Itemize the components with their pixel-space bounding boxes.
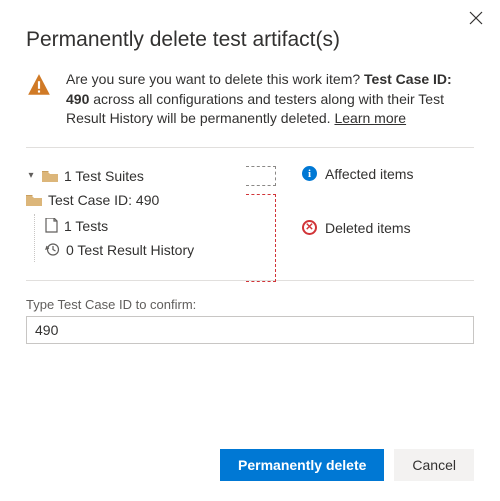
warning-icon: [26, 72, 52, 129]
learn-more-link[interactable]: Learn more: [334, 110, 406, 126]
confirm-label: Type Test Case ID to confirm:: [26, 297, 474, 312]
close-button[interactable]: [464, 6, 488, 30]
page-icon: [45, 218, 58, 233]
tree-suites-row[interactable]: ▾ 1 Test Suites: [26, 164, 236, 188]
body-section: ▾ 1 Test Suites Test Case ID: 490 1 Test…: [26, 164, 474, 262]
delete-artifacts-dialog: Permanently delete test artifact(s) Are …: [0, 0, 500, 501]
legend-deleted: ✕ Deleted items: [302, 220, 474, 236]
legend-affected-label: Affected items: [325, 166, 413, 182]
warning-prefix: Are you sure you want to delete this wor…: [66, 71, 364, 87]
legend-deleted-label: Deleted items: [325, 220, 411, 236]
tree-history-label: 0 Test Result History: [66, 242, 194, 258]
bracket-deleted: [246, 194, 276, 282]
bracket-affected: [246, 166, 276, 186]
tree-tests-label: 1 Tests: [64, 218, 108, 234]
artifact-tree: ▾ 1 Test Suites Test Case ID: 490 1 Test…: [26, 164, 236, 262]
dialog-footer: Permanently delete Cancel: [220, 449, 474, 481]
tree-sub: 1 Tests 0 Test Result History: [34, 214, 236, 262]
close-icon: [469, 11, 483, 25]
tree-case-label: Test Case ID: 490: [48, 192, 159, 208]
legend-column: i Affected items ✕ Deleted items: [296, 164, 474, 262]
error-icon: ✕: [302, 220, 317, 235]
warning-text: Are you sure you want to delete this wor…: [66, 70, 474, 129]
legend-affected: i Affected items: [302, 166, 474, 182]
chevron-down-icon: ▾: [26, 170, 36, 181]
tree-case-row[interactable]: Test Case ID: 490: [26, 188, 236, 212]
tree-tests-row[interactable]: 1 Tests: [45, 214, 236, 238]
history-icon: [45, 242, 60, 257]
cancel-button[interactable]: Cancel: [394, 449, 474, 481]
confirm-input[interactable]: [26, 316, 474, 344]
case-folder-icon: [26, 193, 42, 207]
separator: [26, 147, 474, 148]
tree-history-row[interactable]: 0 Test Result History: [45, 238, 236, 262]
permanently-delete-button[interactable]: Permanently delete: [220, 449, 384, 481]
bracket-column: [246, 164, 286, 262]
tree-suites-label: 1 Test Suites: [64, 168, 144, 184]
suite-folder-icon: [42, 169, 58, 183]
dialog-title: Permanently delete test artifact(s): [26, 28, 474, 52]
info-icon: i: [302, 166, 317, 181]
warning-section: Are you sure you want to delete this wor…: [26, 70, 474, 129]
